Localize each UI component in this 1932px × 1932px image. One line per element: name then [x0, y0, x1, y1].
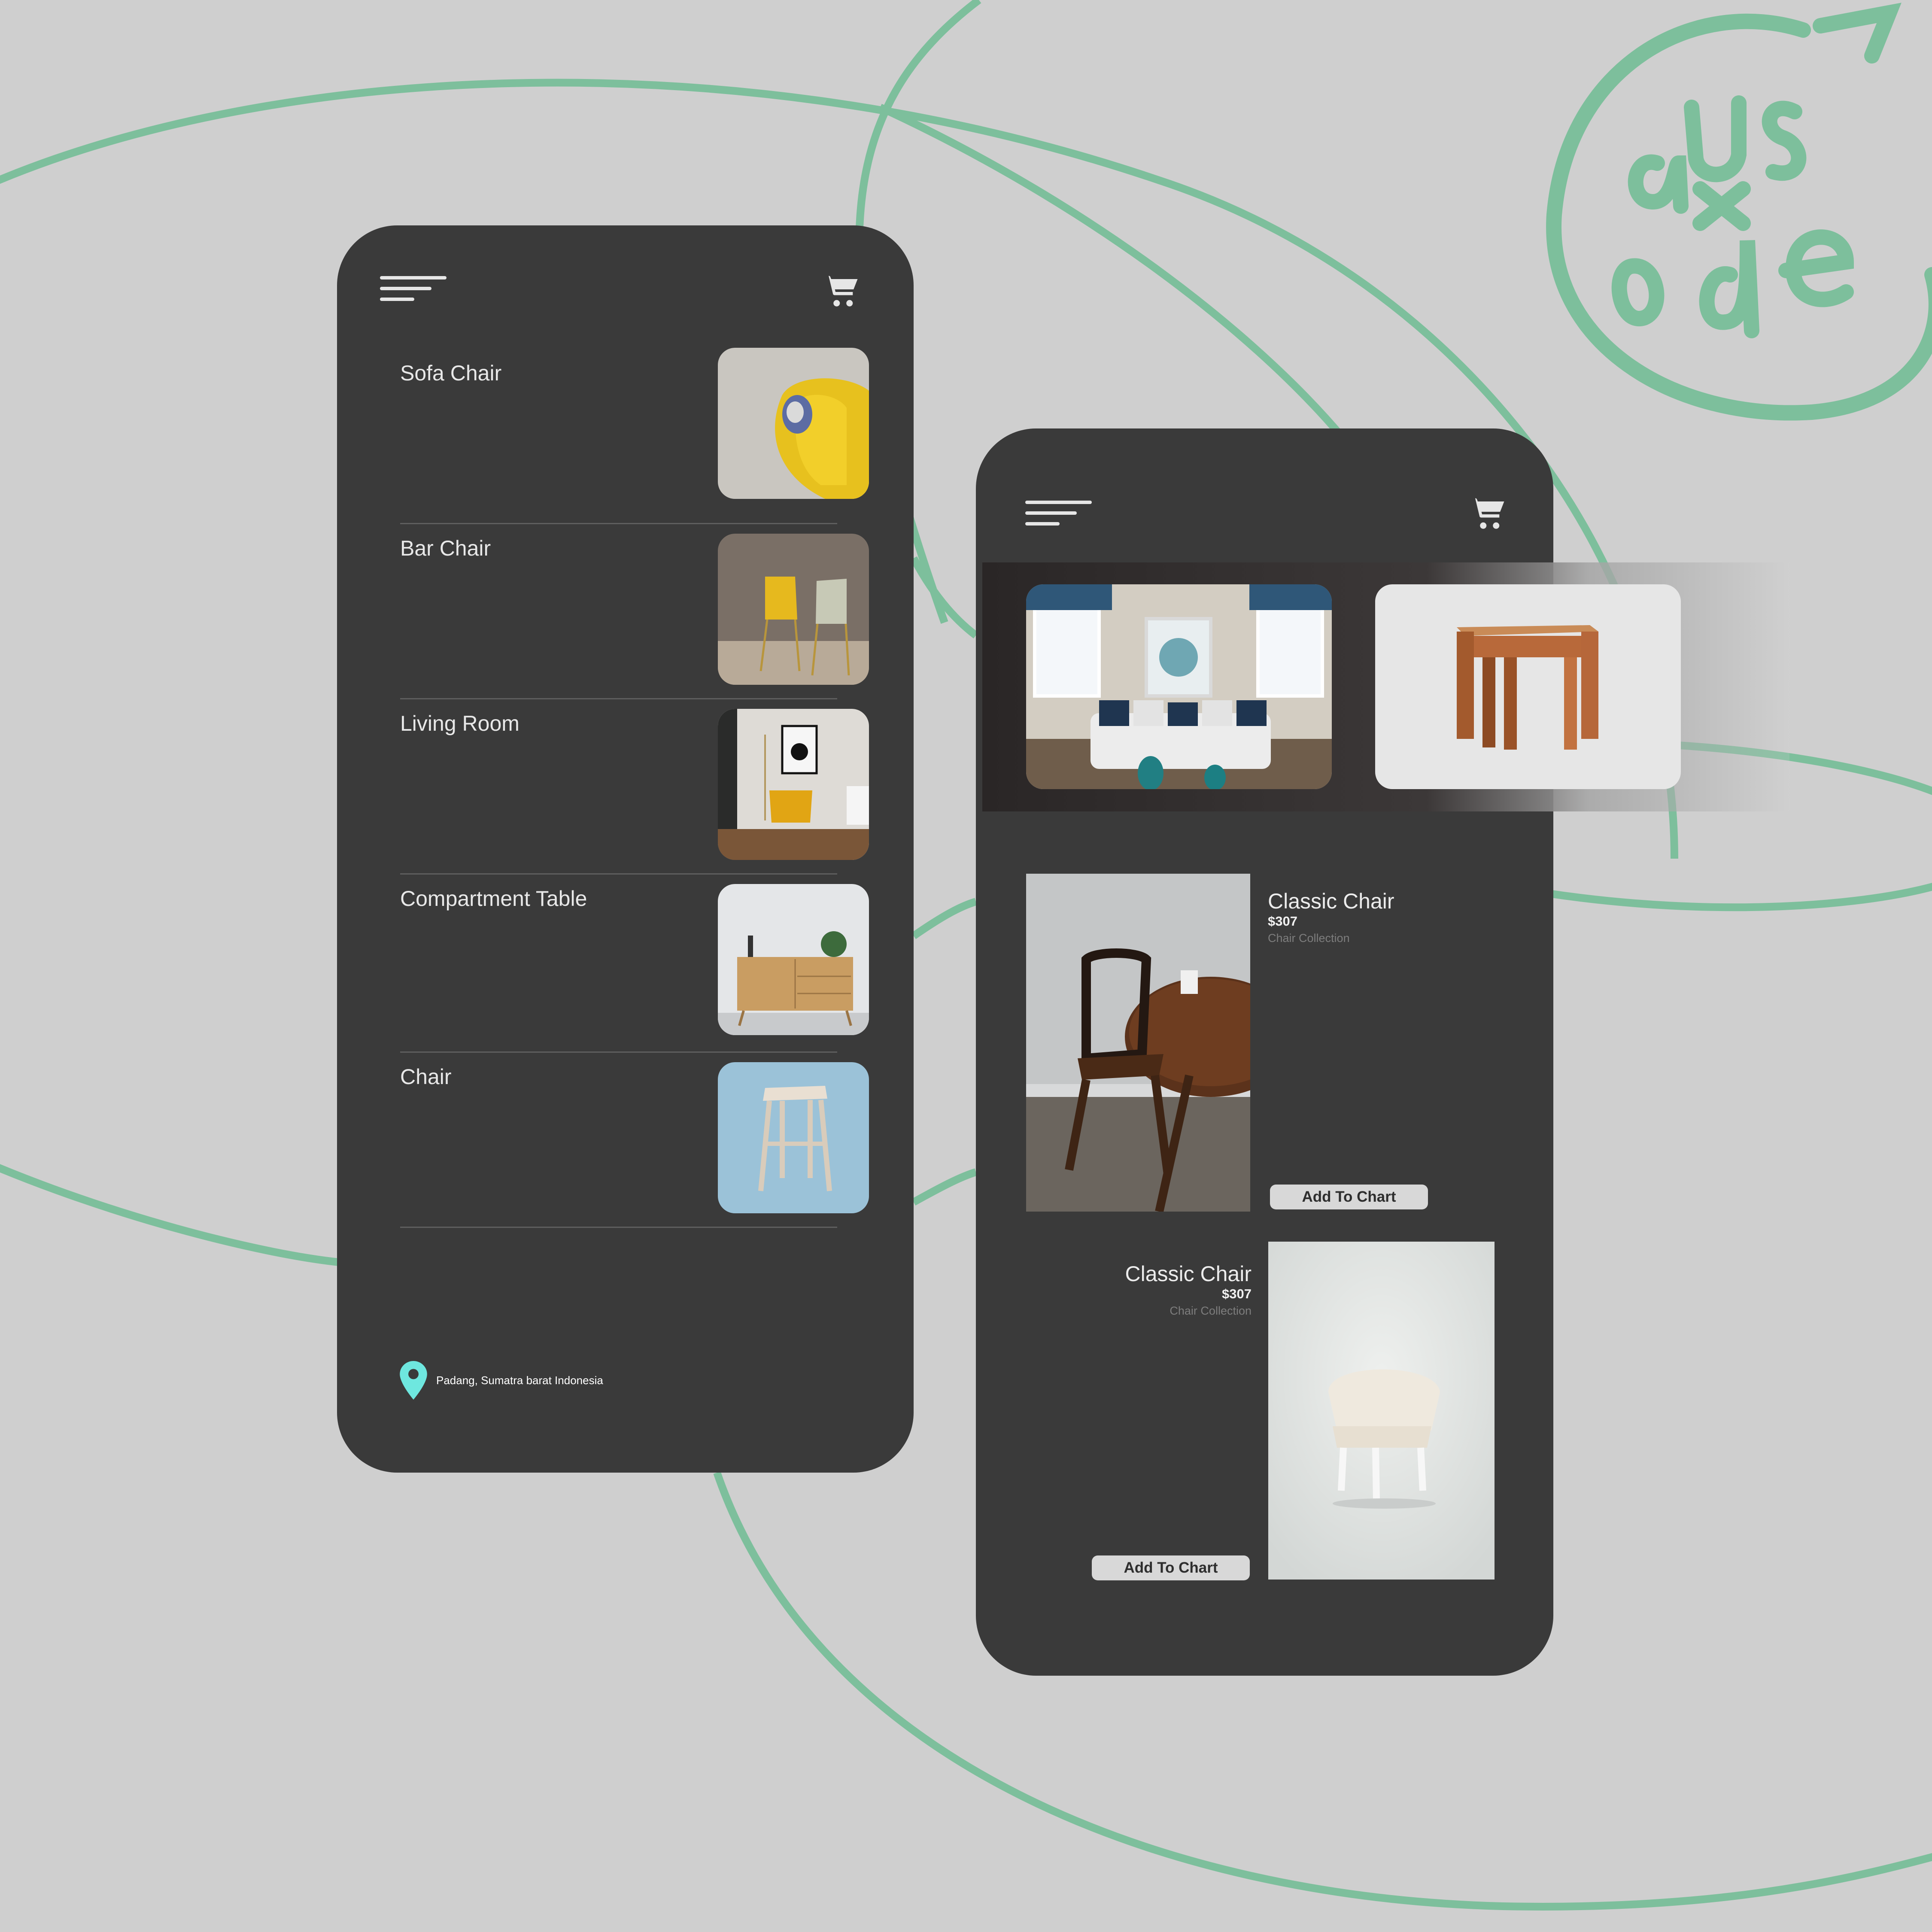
product-title: Classic Chair	[1268, 889, 1394, 913]
list-item-sofa-chair[interactable]: Sofa Chair	[400, 348, 869, 524]
location-text: Padang, Sumatra barat Indonesia	[436, 1373, 603, 1387]
product-title: Classic Chair	[1125, 1262, 1252, 1286]
product-price: $307	[1222, 1286, 1252, 1301]
shopping-cart-icon[interactable]	[822, 273, 861, 311]
list-item-chair[interactable]: Chair	[400, 1051, 869, 1228]
location-info: Padang, Sumatra barat Indonesia	[399, 1361, 603, 1400]
wooden-cabinet-photo	[718, 884, 869, 1035]
list-item-compartment-table[interactable]: Compartment Table	[400, 873, 869, 1053]
product-collection: Chair Collection	[1170, 1304, 1252, 1317]
list-item-label: Bar Chair	[400, 536, 491, 560]
add-to-cart-button[interactable]: Add To Chart	[1092, 1555, 1250, 1580]
list-item-bar-chair[interactable]: Bar Chair	[400, 523, 869, 699]
living-room-sofa-photo	[1026, 584, 1332, 789]
phone-screen-categories: Sofa Chair Bar Chair Living Room Compart…	[337, 225, 914, 1473]
living-room-photo	[718, 709, 869, 860]
nesting-tables-photo	[1375, 584, 1681, 789]
shopping-cart-icon[interactable]	[1469, 495, 1507, 534]
hamburger-menu-icon[interactable]	[1025, 501, 1092, 533]
list-item-label: Compartment Table	[400, 887, 587, 911]
wooden-stool-photo	[718, 1062, 869, 1213]
brand-logo	[1546, 3, 1932, 421]
white-tufted-chair-photo[interactable]	[1268, 1242, 1495, 1580]
product-collection: Chair Collection	[1268, 932, 1350, 945]
add-to-cart-button[interactable]: Add To Chart	[1270, 1185, 1428, 1209]
list-item-label: Chair	[400, 1065, 452, 1089]
yellow-sofa-photo	[718, 348, 869, 499]
carousel-slide-nesting-tables[interactable]	[1375, 584, 1681, 789]
list-item-living-room[interactable]: Living Room	[400, 698, 869, 875]
list-item-label: Sofa Chair	[400, 361, 502, 385]
product-price: $307	[1268, 914, 1297, 929]
hamburger-menu-icon[interactable]	[380, 276, 447, 308]
phone-screen-products: Classic Chair $307 Chair Collection Add …	[976, 428, 1789, 1676]
list-item-label: Living Room	[400, 711, 519, 735]
wooden-chair-table-photo[interactable]	[1026, 874, 1250, 1212]
location-pin-icon	[400, 1361, 427, 1400]
carousel-slide-living-room[interactable]	[1026, 584, 1332, 789]
bar-chairs-photo	[718, 534, 869, 685]
